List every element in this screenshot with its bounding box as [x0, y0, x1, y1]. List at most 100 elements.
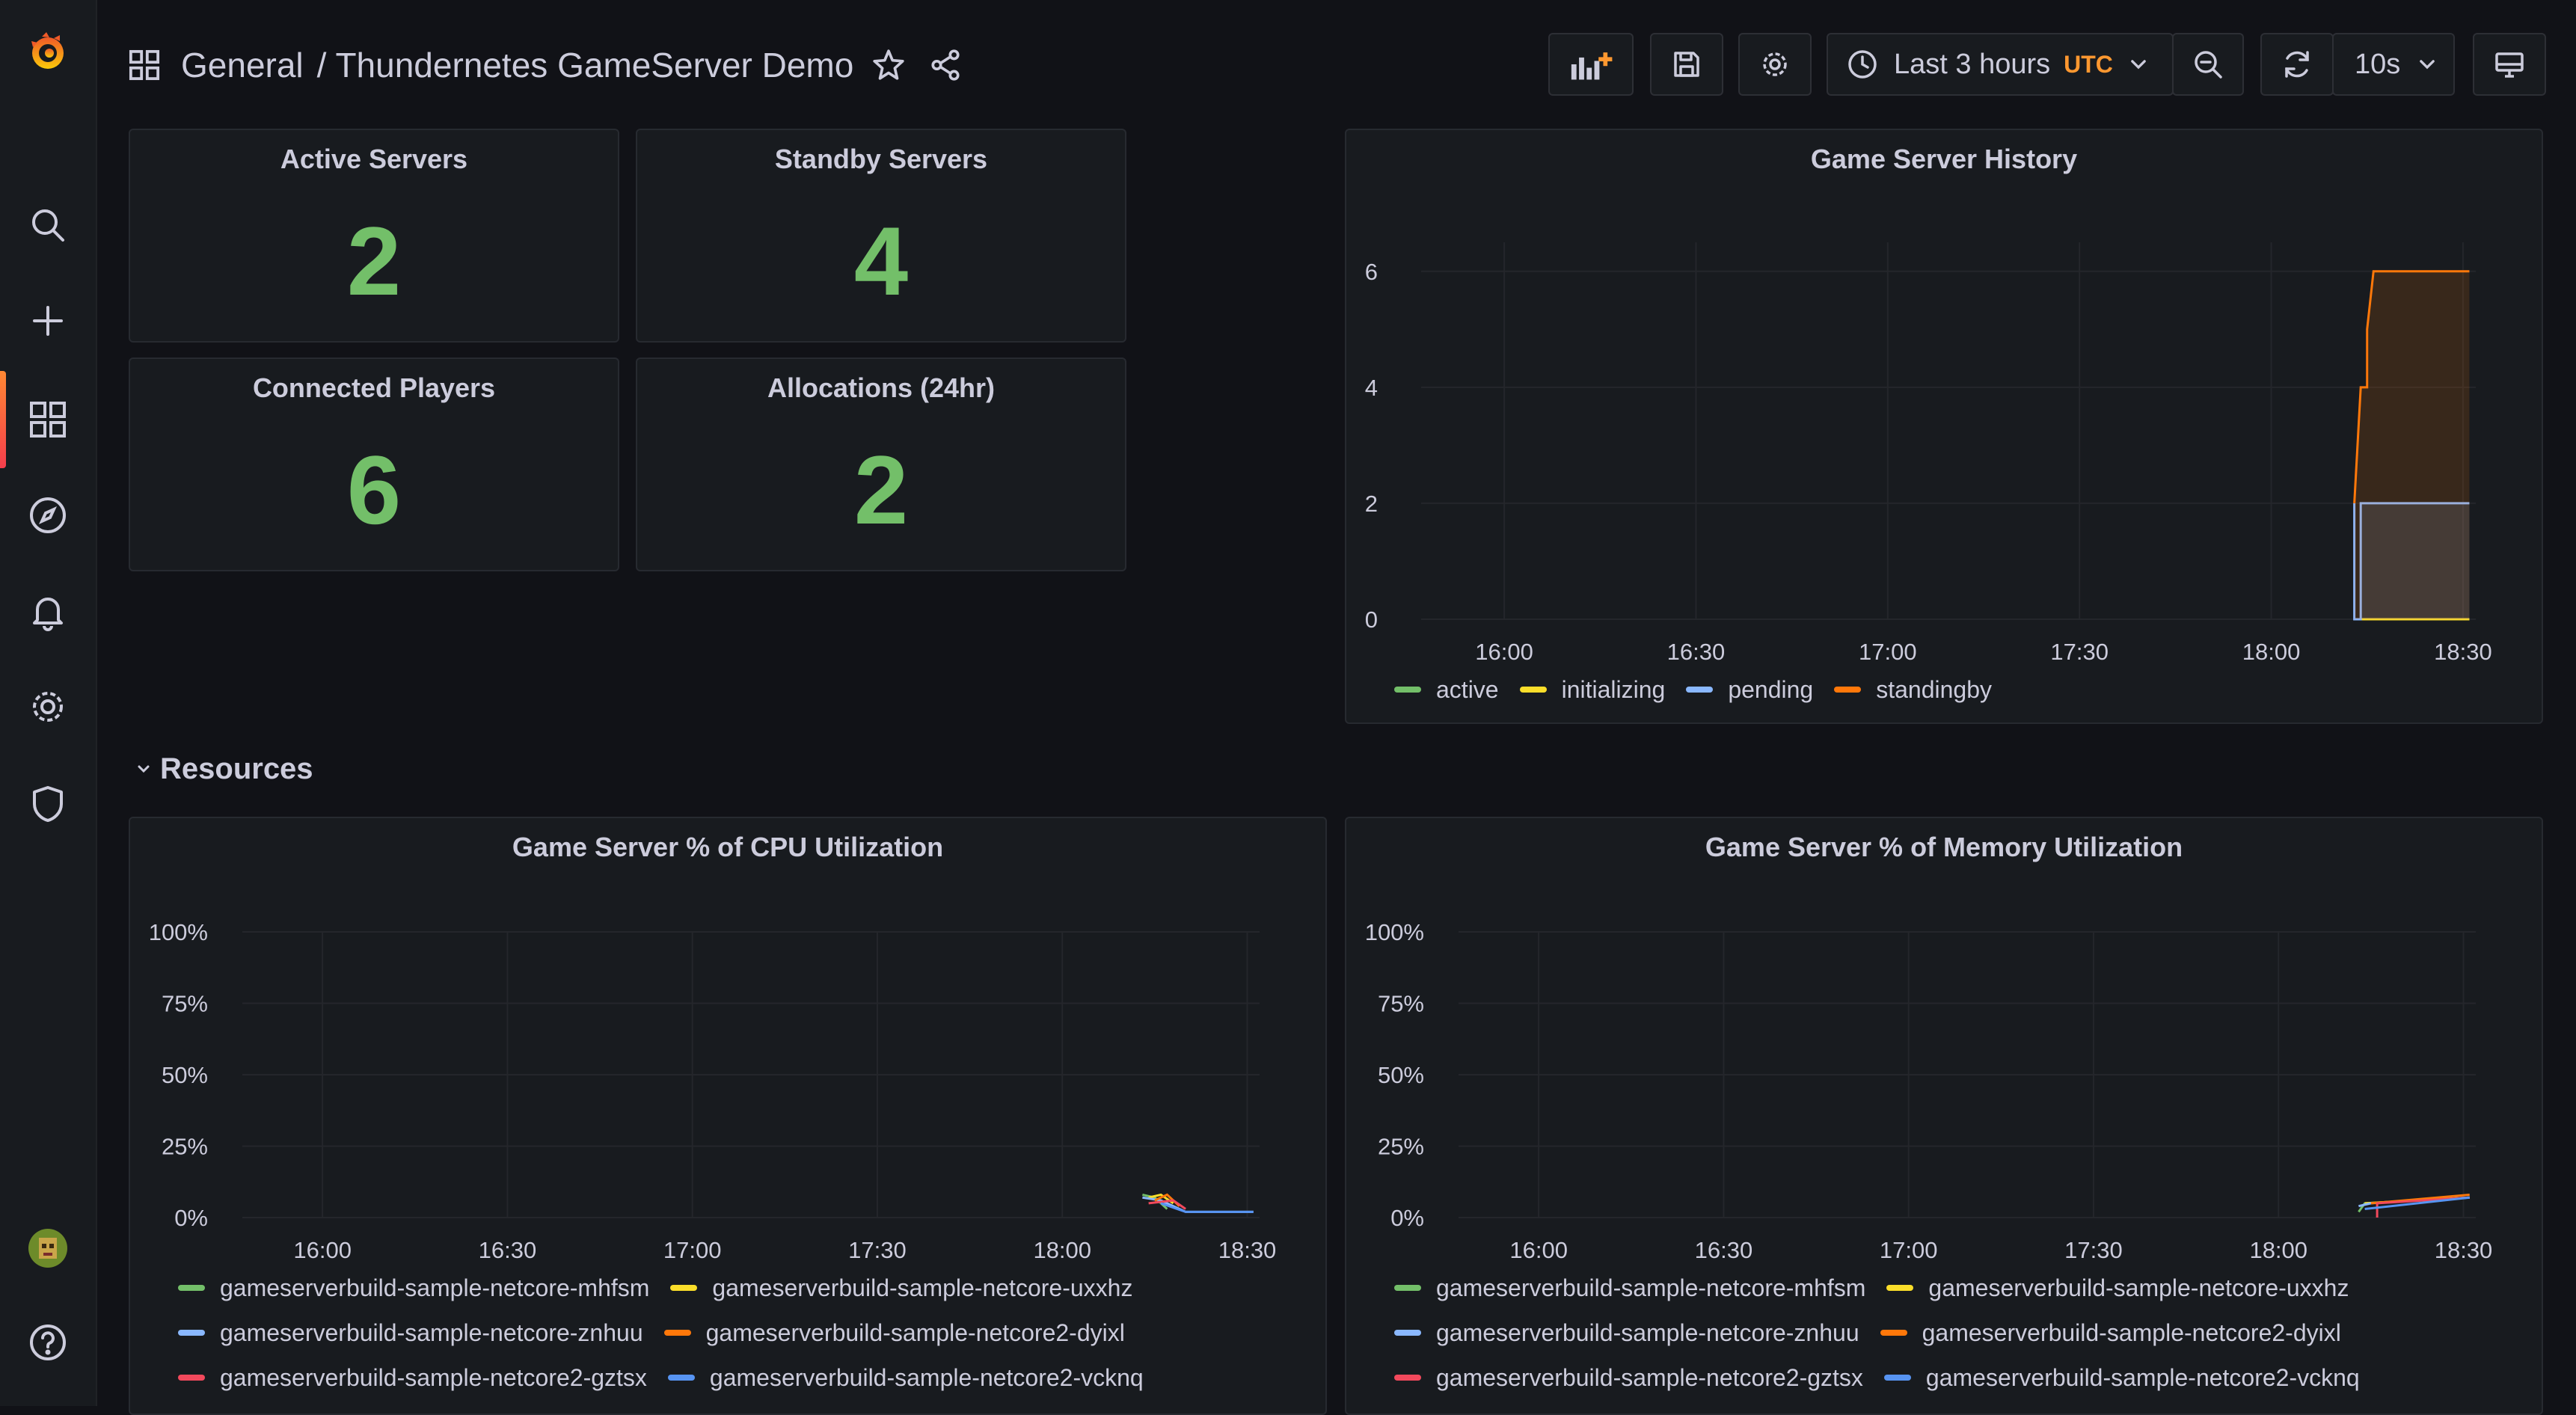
- legend-item-gameserverbuild-sample-netcore-mhfsm[interactable]: gameserverbuild-sample-netcore-mhfsm: [178, 1265, 649, 1310]
- cpu-chart: 0% 25% 50% 75% 100% 16:00 16:30 17:00 17:30 18:00…: [149, 919, 1277, 1263]
- legend-item-standingby[interactable]: standingby: [1834, 667, 1992, 712]
- stat-panel-connected-players[interactable]: Connected Players 6: [129, 357, 619, 571]
- x-tick-label: 17:00: [1880, 1237, 1938, 1263]
- x-tick-label: 17:00: [1859, 639, 1917, 665]
- chart-legend: active initializing pending standingby: [1394, 667, 2516, 712]
- y-tick-label: 6: [1365, 259, 1378, 285]
- zoom-out-icon: [2195, 51, 2222, 79]
- legend-item-gameserverbuild-sample-netcore-uxxhz[interactable]: gameserverbuild-sample-netcore-uxxhz: [1886, 1265, 2349, 1310]
- x-tick-label: 18:00: [2242, 639, 2301, 665]
- stat-panel-standby-servers[interactable]: Standby Servers 4: [636, 129, 1126, 343]
- memory-utilization-panel[interactable]: Game Server % of Memory Utilization 0% 25…: [1345, 817, 2543, 1415]
- stat-panel-allocations[interactable]: Allocations (24hr) 2: [636, 357, 1126, 571]
- panel-title: Connected Players: [252, 372, 496, 403]
- dashboard-title[interactable]: Thundernetes GameServer Demo: [335, 45, 853, 85]
- game-server-history-panel[interactable]: Game Server History 0 2 4 6 16:00 16:30 17:00 1…: [1345, 129, 2543, 724]
- avatar[interactable]: [0, 1207, 96, 1289]
- save-icon: [1674, 52, 1699, 77]
- legend-swatch: [1519, 687, 1547, 693]
- server-admin-shield-icon[interactable]: [0, 763, 96, 845]
- refresh-interval-label: 10s: [2355, 48, 2401, 80]
- panel-title: Allocations (24hr): [767, 372, 996, 403]
- legend-item-gameserverbuild-sample-netcore-uxxhz[interactable]: gameserverbuild-sample-netcore-uxxhz: [670, 1265, 1132, 1310]
- y-tick-label: 75%: [162, 991, 208, 1017]
- stat-value: 2: [346, 206, 402, 316]
- chart-legend: gameserverbuild-sample-netcore-mhfsm game…: [178, 1265, 1315, 1400]
- chevron-down-icon[interactable]: [135, 760, 153, 778]
- breadcrumb-separator: /: [316, 46, 327, 85]
- y-tick-label: 4: [1365, 375, 1378, 401]
- time-picker-button[interactable]: Last 3 hours UTC: [1827, 33, 2174, 96]
- y-tick-label: 0%: [174, 1205, 208, 1231]
- x-tick-label: 16:00: [1509, 1237, 1568, 1263]
- x-tick-label: 18:30: [1218, 1237, 1277, 1263]
- x-tick-label: 17:30: [2064, 1237, 2123, 1263]
- x-tick-label: 17:30: [2050, 639, 2109, 665]
- x-tick-label: 18:30: [2434, 639, 2492, 665]
- legend-label: gameserverbuild-sample-netcore-znhuu: [220, 1319, 643, 1346]
- legend-item-gameserverbuild-sample-netcore2-dyixl[interactable]: gameserverbuild-sample-netcore2-dyixl: [663, 1310, 1125, 1355]
- legend-swatch: [1834, 687, 1862, 693]
- legend-item-pending[interactable]: pending: [1686, 667, 1813, 712]
- panel-title: Active Servers: [280, 144, 468, 174]
- breadcrumb-folder[interactable]: General: [181, 45, 304, 85]
- dashboards-icon[interactable]: [0, 378, 96, 461]
- share-icon[interactable]: [928, 48, 963, 82]
- x-tick-label: 17:30: [848, 1237, 907, 1263]
- legend-label: gameserverbuild-sample-netcore2-gztsx: [1436, 1363, 1863, 1391]
- add-panel-button[interactable]: [1548, 33, 1634, 96]
- legend-item-gameserverbuild-sample-netcore2-gztsx[interactable]: gameserverbuild-sample-netcore2-gztsx: [1394, 1355, 1863, 1400]
- dashboard-grid-icon: [129, 49, 160, 81]
- help-icon[interactable]: [0, 1301, 96, 1384]
- settings-gear-icon: [1763, 52, 1787, 76]
- row-title-resources[interactable]: Resources: [160, 752, 313, 786]
- legend-label: gameserverbuild-sample-netcore-znhuu: [1436, 1319, 1859, 1346]
- legend-item-gameserverbuild-sample-netcore2-vcknq[interactable]: gameserverbuild-sample-netcore2-vcknq: [1883, 1355, 2360, 1400]
- x-tick-label: 16:30: [1695, 1237, 1753, 1263]
- grafana-logo-icon[interactable]: [0, 10, 96, 93]
- cpu-utilization-panel[interactable]: Game Server % of CPU Utilization 0% 25% 50…: [129, 817, 1327, 1415]
- series-line-gameserverbuild-sample-netcore2-vcknq: [1160, 1202, 1254, 1213]
- save-dashboard-button[interactable]: [1650, 33, 1723, 96]
- create-plus-icon[interactable]: [0, 280, 96, 362]
- x-tick-label: 16:00: [1475, 639, 1533, 665]
- legend-item-gameserverbuild-sample-netcore-mhfsm[interactable]: gameserverbuild-sample-netcore-mhfsm: [1394, 1265, 1865, 1310]
- legend-label: active: [1436, 675, 1499, 703]
- legend-item-active[interactable]: active: [1394, 667, 1499, 712]
- legend-item-gameserverbuild-sample-netcore2-dyixl[interactable]: gameserverbuild-sample-netcore2-dyixl: [1880, 1310, 2341, 1355]
- x-tick-label: 16:30: [479, 1237, 537, 1263]
- dashboard-settings-button[interactable]: [1738, 33, 1812, 96]
- legend-label: gameserverbuild-sample-netcore-uxxhz: [1928, 1274, 2349, 1301]
- search-icon[interactable]: [0, 184, 96, 266]
- refresh-interval-picker[interactable]: 10s: [2332, 33, 2455, 96]
- legend-swatch: [1394, 1375, 1421, 1381]
- y-tick-label: 25%: [162, 1134, 208, 1160]
- stat-panel-active-servers[interactable]: Active Servers 2: [129, 129, 619, 343]
- legend-label: pending: [1728, 675, 1814, 703]
- legend-item-initializing[interactable]: initializing: [1519, 667, 1665, 712]
- clock-icon: [1848, 50, 1877, 79]
- stat-value: 4: [853, 206, 909, 316]
- zoom-out-button[interactable]: [2172, 33, 2244, 96]
- y-tick-label: 50%: [1378, 1062, 1424, 1088]
- alerting-bell-icon[interactable]: [0, 570, 96, 652]
- legend-item-gameserverbuild-sample-netcore2-gztsx[interactable]: gameserverbuild-sample-netcore2-gztsx: [178, 1355, 647, 1400]
- configuration-gear-icon[interactable]: [0, 666, 96, 748]
- legend-swatch: [1394, 687, 1421, 693]
- legend-item-gameserverbuild-sample-netcore2-vcknq[interactable]: gameserverbuild-sample-netcore2-vcknq: [667, 1355, 1144, 1400]
- monitor-icon: [2495, 52, 2524, 78]
- x-tick-label: 18:00: [1033, 1237, 1091, 1263]
- explore-compass-icon[interactable]: [0, 474, 96, 556]
- refresh-button[interactable]: [2260, 33, 2334, 96]
- y-tick-label: 25%: [1378, 1134, 1424, 1160]
- stat-value: 2: [853, 435, 909, 544]
- star-icon[interactable]: [871, 48, 906, 82]
- legend-label: gameserverbuild-sample-netcore2-vcknq: [709, 1363, 1144, 1391]
- chevron-down-icon: [2131, 60, 2146, 70]
- legend-swatch: [1394, 1330, 1421, 1336]
- legend-item-gameserverbuild-sample-netcore-znhuu[interactable]: gameserverbuild-sample-netcore-znhuu: [178, 1310, 643, 1355]
- y-tick-label: 100%: [149, 919, 208, 945]
- y-tick-label: 0%: [1390, 1205, 1424, 1231]
- legend-item-gameserverbuild-sample-netcore-znhuu[interactable]: gameserverbuild-sample-netcore-znhuu: [1394, 1310, 1859, 1355]
- cycle-view-mode-button[interactable]: [2473, 33, 2546, 96]
